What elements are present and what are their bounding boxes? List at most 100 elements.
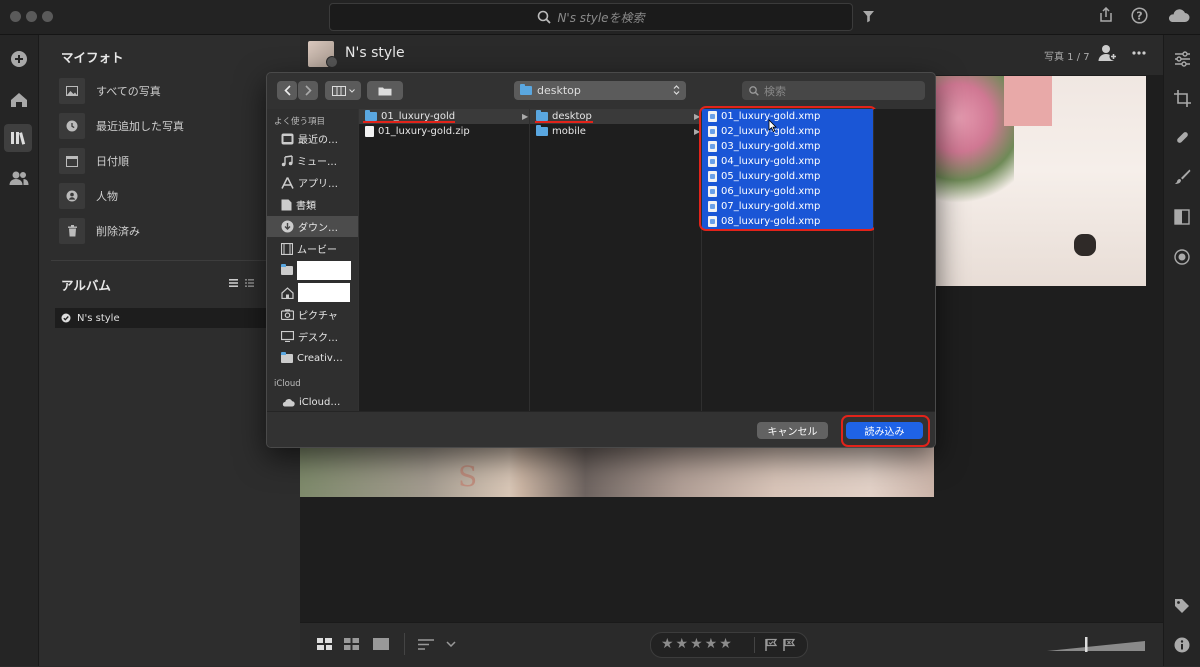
- sidebar-item-documents[interactable]: 書類: [267, 194, 358, 215]
- add-person-icon[interactable]: [1098, 44, 1118, 62]
- icloud-header: iCloud: [274, 379, 301, 389]
- sidebar-item-label: 削除済み: [96, 225, 140, 238]
- sidebar-item-applications[interactable]: アプリ…: [267, 172, 358, 193]
- add-photo-icon[interactable]: [10, 50, 28, 68]
- flag-pick-icon[interactable]: [764, 638, 778, 652]
- photo-stairs[interactable]: [934, 76, 1146, 286]
- help-icon[interactable]: ?: [1131, 7, 1148, 24]
- calendar-icon: [66, 156, 78, 167]
- browser-column-1: 01_luxury-gold ▶ 01_luxury-gold.zip: [359, 109, 530, 411]
- chevron-down-icon[interactable]: [446, 641, 456, 647]
- cloud-icon: [282, 399, 295, 407]
- grid-view-icon[interactable]: [245, 279, 254, 287]
- share-icon[interactable]: [1099, 7, 1113, 23]
- list-item[interactable]: mobile ▶: [530, 124, 701, 139]
- sidebar-item-home[interactable]: [267, 282, 358, 303]
- sidebar-item-redacted-folder[interactable]: [267, 260, 358, 281]
- sidebar-item-icloud[interactable]: iCloud…: [267, 392, 358, 413]
- album-item-ns-style[interactable]: N's style: [55, 308, 300, 328]
- sidebar-item-all-photos[interactable]: すべての写真: [59, 77, 289, 105]
- search-input[interactable]: N's styleを検索: [557, 9, 644, 26]
- sidebar-item-label: ミュー…: [297, 157, 337, 168]
- sidebar-item-people[interactable]: 人物: [59, 182, 289, 210]
- star-rating[interactable]: ★★★★★: [661, 636, 734, 652]
- view-mode-button[interactable]: [325, 81, 361, 100]
- folder-icon: [536, 110, 548, 121]
- dialog-search-field[interactable]: 検索: [742, 81, 925, 100]
- list-item[interactable]: 01_luxury-gold.zip: [359, 124, 529, 139]
- cancel-button[interactable]: キャンセル: [757, 422, 828, 439]
- recent-icon: [281, 133, 294, 144]
- cloud-icon[interactable]: [1166, 8, 1190, 23]
- redacted-label: [298, 283, 350, 302]
- detail-view-icon[interactable]: [373, 638, 389, 650]
- new-folder-button[interactable]: [367, 81, 403, 100]
- window-minimize-button[interactable]: [26, 11, 37, 22]
- brush-icon[interactable]: [1174, 168, 1191, 185]
- folder-icon: [520, 84, 532, 95]
- chevron-right-icon: ▶: [522, 112, 529, 121]
- sync-badge-icon: [326, 56, 338, 68]
- window-close-button[interactable]: [10, 11, 21, 22]
- sidebar-item-label: ダウン…: [298, 223, 338, 234]
- home-icon[interactable]: [9, 91, 29, 108]
- photo-grid-view-icon[interactable]: [317, 638, 332, 650]
- window-zoom-button[interactable]: [42, 11, 53, 22]
- open-file-dialog: desktop 検索 よく使う項目 最近の… ミュー… アプリ… 書類 ダウン…: [266, 72, 936, 448]
- sidebar-item-movies[interactable]: ムービー: [267, 238, 358, 259]
- tag-icon[interactable]: [1174, 598, 1190, 614]
- gradient-icon[interactable]: [1174, 209, 1190, 225]
- list-view-icon[interactable]: [229, 279, 238, 287]
- location-label: desktop: [537, 84, 581, 97]
- pink-wall: [1004, 76, 1052, 126]
- sidebar-item-desktop[interactable]: デスク…: [267, 326, 358, 347]
- info-icon[interactable]: [1174, 637, 1190, 653]
- library-tab[interactable]: [4, 124, 32, 152]
- sidebar-item-label: Creativ…: [297, 353, 343, 364]
- bottom-bar: ★★★★★: [300, 622, 1163, 667]
- more-icon[interactable]: [1132, 51, 1146, 55]
- dialog-search-input[interactable]: 検索: [764, 83, 786, 99]
- browser-column-2: desktop ▶ mobile ▶: [530, 109, 702, 411]
- sidebar-item-downloads[interactable]: ダウン…: [267, 216, 358, 237]
- location-popup[interactable]: desktop: [514, 81, 686, 100]
- flag-reject-icon[interactable]: [782, 638, 796, 652]
- dialog-sidebar: よく使う項目 最近の… ミュー… アプリ… 書類 ダウン… ムービー ピクチャ …: [267, 109, 358, 411]
- left-rail: [0, 35, 39, 666]
- folder-icon: [536, 125, 548, 136]
- forward-button[interactable]: [298, 81, 318, 100]
- back-button[interactable]: [277, 81, 297, 100]
- folder-icon: [281, 352, 293, 363]
- healing-icon[interactable]: [1174, 129, 1191, 146]
- filter-icon[interactable]: [862, 10, 875, 23]
- sidebar-item-recent[interactable]: 最近追加した写真: [59, 112, 289, 140]
- home-icon: [281, 286, 294, 299]
- annotation-box: [841, 415, 930, 447]
- sidebar-item-creative-cloud[interactable]: Creativ…: [267, 348, 358, 369]
- rating-filter[interactable]: ★★★★★: [650, 632, 808, 658]
- search-icon: [538, 10, 552, 24]
- camera-icon: [281, 309, 294, 320]
- adjustments-icon[interactable]: [1174, 51, 1191, 67]
- letter-decoration: S: [458, 460, 478, 493]
- sidebar-item-pictures[interactable]: ピクチャ: [267, 304, 358, 325]
- sidebar-item-deleted[interactable]: 削除済み: [59, 217, 289, 245]
- sidebar-item-by-date[interactable]: 日付順: [59, 147, 289, 175]
- thumbnail-size-slider[interactable]: [1047, 635, 1147, 653]
- photo-strip[interactable]: S: [300, 446, 934, 497]
- sidebar-item-music[interactable]: ミュー…: [267, 150, 358, 171]
- sidebar-item-recent[interactable]: 最近の…: [267, 128, 358, 149]
- search-icon: [749, 85, 759, 96]
- sort-icon[interactable]: [418, 639, 434, 650]
- search-bar[interactable]: N's styleを検索: [329, 3, 853, 31]
- radial-icon[interactable]: [1174, 249, 1190, 265]
- divider: [51, 260, 300, 261]
- crop-icon[interactable]: [1174, 90, 1191, 107]
- side-panel: マイフォト すべての写真 最近追加した写真 日付順 人物 削除済み アルバム N…: [39, 35, 301, 666]
- dialog-footer: キャンセル 読み込み: [267, 411, 935, 447]
- documents-icon: [281, 199, 292, 210]
- updown-chevron-icon: [673, 85, 680, 95]
- chevron-left-icon: [283, 85, 291, 96]
- square-grid-view-icon[interactable]: [344, 638, 359, 650]
- people-icon[interactable]: [9, 170, 29, 186]
